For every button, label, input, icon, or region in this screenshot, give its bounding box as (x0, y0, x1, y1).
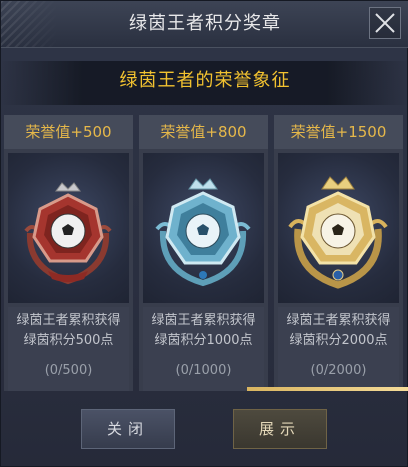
medal-card-silver[interactable]: 荣誉值+800 绿茵王者累积获得 绿茵积分1000点 (0/1000) (139, 115, 268, 391)
description-line-2: 绿茵积分2000点 (289, 333, 388, 348)
close-icon-button[interactable] (369, 7, 401, 39)
silver-medal-icon (155, 178, 251, 287)
medal-art (143, 153, 264, 303)
dialog-title: 绿茵王者积分奖章 (129, 13, 281, 34)
honor-value-label: 荣誉值+800 (139, 115, 268, 149)
medal-card-bronze[interactable]: 荣誉值+500 绿茵王者累积获得 绿茵积分500点 (0/500) (4, 115, 133, 391)
subtitle-text: 绿茵王者的荣誉象征 (119, 70, 291, 91)
bronze-medal-icon (24, 182, 112, 285)
progress-text: (0/1000) (175, 363, 232, 378)
medal-dialog: 绿茵王者积分奖章 绿茵王者的荣誉象征 荣誉值+500 绿茵王者累积获得 绿茵积分… (0, 0, 408, 467)
description-line-2: 绿茵积分500点 (23, 333, 114, 348)
medal-art (278, 153, 399, 303)
description-line-1: 绿茵王者累积获得 (286, 313, 391, 328)
medal-description: 绿茵王者累积获得 绿茵积分1000点 (0/1000) (143, 307, 264, 391)
medal-description: 绿茵王者累积获得 绿茵积分2000点 (0/2000) (278, 307, 399, 391)
selection-highlight-bar (247, 387, 408, 391)
show-button[interactable]: 展示 (233, 409, 327, 449)
subtitle-banner: 绿茵王者的荣誉象征 (1, 61, 408, 105)
progress-text: (0/500) (44, 363, 93, 378)
close-button[interactable]: 关闭 (81, 409, 175, 449)
medal-card-gold[interactable]: 荣誉值+1500 绿茵王者累积获得 绿茵积分2000点 (0/2000) (274, 115, 403, 391)
description-line-1: 绿茵王者累积获得 (16, 313, 121, 328)
honor-value-label: 荣誉值+1500 (274, 115, 403, 149)
progress-text: (0/2000) (310, 363, 367, 378)
close-icon (375, 13, 395, 33)
medal-art (8, 153, 129, 303)
honor-value-label: 荣誉值+500 (4, 115, 133, 149)
medal-description: 绿茵王者累积获得 绿茵积分500点 (0/500) (8, 307, 129, 391)
dialog-header: 绿茵王者积分奖章 (1, 1, 408, 48)
description-line-1: 绿茵王者累积获得 (151, 313, 256, 328)
gold-medal-icon (288, 176, 388, 289)
description-line-2: 绿茵积分1000点 (154, 333, 253, 348)
